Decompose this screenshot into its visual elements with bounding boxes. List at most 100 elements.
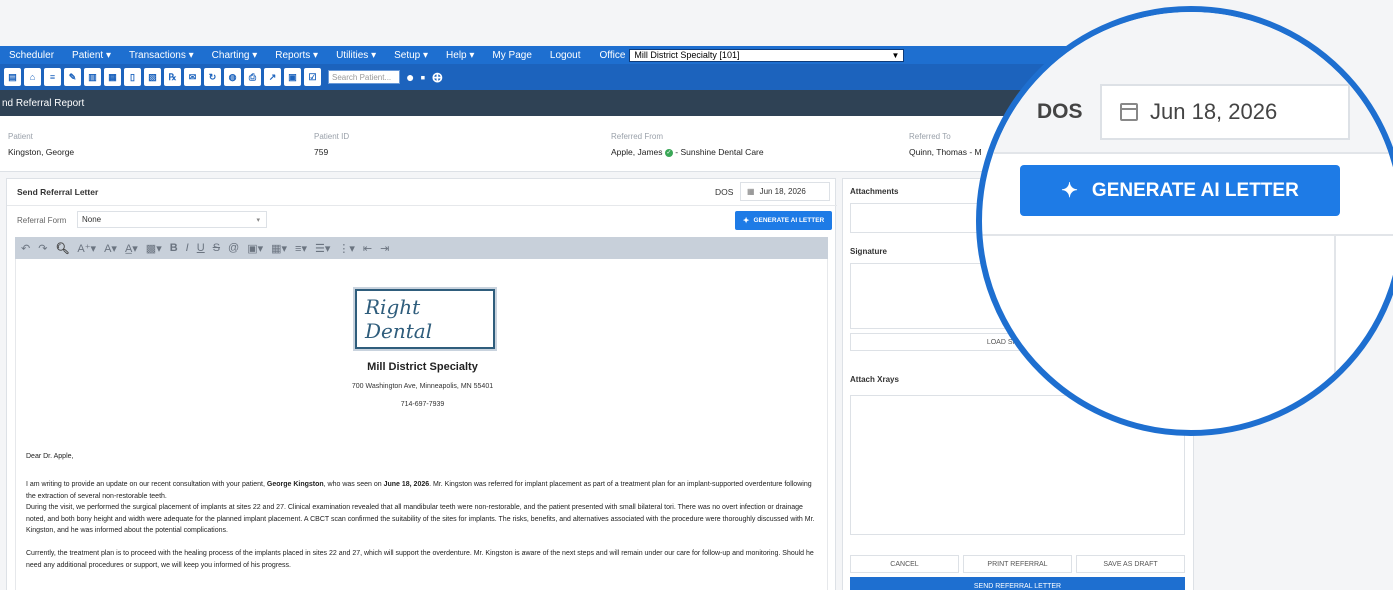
page-title: nd Referral Report (2, 97, 85, 109)
zoom-generate-label: GENERATE AI LETTER (1091, 179, 1299, 201)
referred-to-label: Referred To (909, 132, 951, 141)
patient-value: Kingston, George (8, 147, 75, 157)
user-icon[interactable]: ● (406, 69, 414, 85)
highlight-icon[interactable]: ▩▾ (146, 242, 162, 255)
form-icon[interactable]: ▣ (284, 68, 301, 86)
find-icon[interactable]: 🔍︎ (55, 242, 69, 255)
zoom-divider (982, 152, 1393, 154)
send-referral-heading: Send Referral Letter (17, 187, 99, 197)
zoom-panel-edge (1334, 234, 1336, 430)
search-icon[interactable]: ⊕ (431, 69, 443, 86)
editor-toolbar: ↶ ↷ 🔍︎ A⁺▾ A▾ A̲▾ ▩▾ B I U S @ ▣▾ ▦▾ ≡▾ … (15, 237, 828, 259)
referral-form-select[interactable]: None ▾ (77, 211, 267, 228)
zoom-generate-ai-letter-button[interactable]: ✦ GENERATE AI LETTER (1020, 165, 1340, 216)
generate-ai-letter-button[interactable]: ✦ GENERATE AI LETTER (735, 211, 832, 230)
page-title-bar: nd Referral Report (0, 90, 1100, 116)
zoom-dos-label: DOS (1037, 100, 1083, 123)
letter-document[interactable]: Right Dental Mill District Specialty 700… (15, 259, 828, 590)
notes-icon[interactable]: ≡ (44, 68, 61, 86)
attachments-label: Attachments (850, 187, 899, 196)
sparkle-icon: ✦ (1061, 180, 1078, 202)
clipboard-icon[interactable]: ▤ (4, 68, 21, 86)
referral-form-value: None (82, 215, 102, 224)
divider (7, 205, 837, 206)
refresh-icon[interactable]: ↻ (204, 68, 221, 86)
menu-utilities[interactable]: Utilities ▾ (327, 50, 385, 61)
calendar-icon[interactable]: ▦ (104, 68, 121, 86)
undo-icon[interactable]: ↶ (21, 242, 30, 255)
edit-icon[interactable]: ✎ (64, 68, 81, 86)
practice-logo: Right Dental (353, 287, 497, 351)
attach-xrays-label: Attach Xrays (850, 375, 899, 384)
page: Scheduler Patient ▾ Transactions ▾ Chart… (0, 0, 1393, 590)
check-box-icon[interactable]: ☑ (304, 68, 321, 86)
patient-id-info: Patient ID 759 (314, 132, 349, 157)
cancel-button[interactable]: CANCEL (850, 555, 959, 573)
sms-icon[interactable]: ✉ (184, 68, 201, 86)
home-icon[interactable]: ⌂ (24, 68, 41, 86)
globe-icon[interactable]: ◍ (224, 68, 241, 86)
menu-scheduler[interactable]: Scheduler (0, 50, 63, 61)
signature-label: Signature (850, 247, 887, 256)
dos-date-input[interactable]: ▦ Jun 18, 2026 (740, 182, 830, 201)
zoom-magnifier: DOS Jun 18, 2026 ✦ GENERATE AI LETTER (976, 6, 1393, 436)
bullet-list-icon[interactable]: ☰▾ (315, 242, 330, 255)
logo-text: Right Dental (355, 289, 495, 349)
referred-from-name: Apple, James (611, 147, 663, 157)
prescription-icon[interactable]: ℞ (164, 68, 181, 86)
print-icon[interactable]: ⎙ (244, 68, 261, 86)
indent-icon[interactable]: ⇥ (380, 242, 389, 255)
practice-address: 700 Washington Ave, Minneapolis, MN 5540… (351, 383, 494, 390)
zoom-divider (982, 234, 1393, 236)
save-as-draft-button[interactable]: SAVE AS DRAFT (1076, 555, 1185, 573)
table-icon[interactable]: ▦▾ (271, 242, 287, 255)
print-referral-button[interactable]: PRINT REFERRAL (963, 555, 1072, 573)
menu-patient[interactable]: Patient ▾ (63, 50, 120, 61)
search-patient-input[interactable]: Search Patient... (328, 70, 400, 84)
italic-icon[interactable]: I (186, 242, 189, 254)
menu-my-page[interactable]: My Page (483, 50, 540, 61)
strikethrough-icon[interactable]: S (213, 242, 220, 254)
main-menu-bar: Scheduler Patient ▾ Transactions ▾ Chart… (0, 46, 1100, 64)
referred-from-label: Referred From (611, 132, 664, 141)
menu-logout[interactable]: Logout (541, 50, 590, 61)
menu-transactions[interactable]: Transactions ▾ (120, 50, 203, 61)
bold-icon[interactable]: B (170, 242, 178, 254)
font-size-icon[interactable]: A⁺▾ (77, 242, 96, 255)
menu-help[interactable]: Help ▾ (437, 50, 483, 61)
menu-reports[interactable]: Reports ▾ (266, 50, 327, 61)
send-referral-letter-button[interactable]: SEND REFERRAL LETTER (850, 577, 1185, 590)
patient-id-label: Patient ID (314, 132, 350, 141)
office-select[interactable]: Mill District Specialty [101] ▼ (629, 48, 905, 62)
numbered-list-icon[interactable]: ⋮▾ (338, 242, 355, 255)
chart-icon[interactable]: ▥ (84, 68, 101, 86)
trend-icon[interactable]: ↗ (264, 68, 281, 86)
letter-paragraph-1: I am writing to provide an update on our… (26, 479, 821, 502)
zoom-dos-input[interactable]: Jun 18, 2026 (1100, 84, 1350, 140)
image-icon[interactable]: ▣▾ (247, 242, 263, 255)
menu-setup[interactable]: Setup ▾ (385, 50, 437, 61)
chevron-down-icon: ▾ (256, 216, 260, 224)
office-label: Office (599, 49, 626, 61)
align-icon[interactable]: ≡▾ (295, 242, 307, 255)
book-icon[interactable]: ▯ (124, 68, 141, 86)
font-family-icon[interactable]: A▾ (104, 242, 117, 255)
referred-to-info: Referred To Quinn, Thomas - M (909, 132, 982, 157)
referred-from-value: Apple, James ✓ - Sunshine Dental Care (611, 147, 764, 157)
outdent-icon[interactable]: ⇤ (363, 242, 372, 255)
redo-icon[interactable]: ↷ (38, 242, 47, 255)
menu-charting[interactable]: Charting ▾ (203, 50, 267, 61)
underline-icon[interactable]: U (197, 242, 205, 254)
font-color-icon[interactable]: A̲▾ (125, 242, 138, 255)
patient-info: Patient Kingston, George (8, 132, 74, 157)
letter-paragraph-3: Currently, the treatment plan is to proc… (26, 550, 814, 569)
link-icon[interactable]: @ (228, 242, 239, 254)
patient-id-value: 759 (314, 147, 329, 157)
zoom-dos-value: Jun 18, 2026 (1150, 99, 1278, 124)
office-select-value: Mill District Specialty [101] (634, 50, 740, 60)
tx-icon[interactable]: ▧ (144, 68, 161, 86)
p1-text-b: , who was seen on (323, 481, 384, 488)
patient-label: Patient (8, 132, 33, 141)
practice-name: Mill District Specialty (367, 361, 478, 373)
icon-toolbar: ▤ ⌂ ≡ ✎ ▥ ▦ ▯ ▧ ℞ ✉ ↻ ◍ ⎙ ↗ ▣ ☑ Search P… (0, 64, 1100, 90)
